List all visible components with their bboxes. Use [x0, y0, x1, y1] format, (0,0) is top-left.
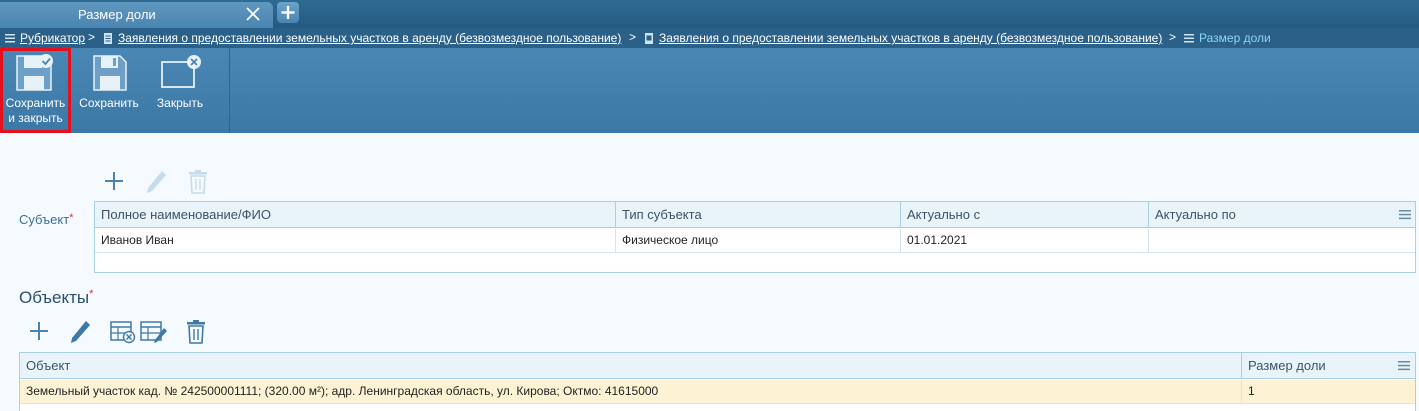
- column-header-object[interactable]: Объект: [20, 353, 1242, 378]
- list-icon: [1184, 34, 1194, 43]
- save-and-close-label-2: и закрыть: [8, 111, 63, 125]
- floppy-disk-icon: [93, 55, 127, 91]
- subject-grid-header: Полное наименование/ФИО Тип субъекта Акт…: [95, 202, 1415, 228]
- subject-label-text: Субъект: [19, 212, 70, 227]
- cell-full-name: Иванов Иван: [95, 229, 616, 252]
- document-icon: [645, 33, 653, 44]
- close-label: Закрыть: [156, 96, 204, 110]
- breadcrumb-item-rubricator[interactable]: Рубрикатор: [20, 31, 85, 45]
- toolbar-divider: [229, 48, 230, 133]
- objects-title: Объекты*: [19, 288, 93, 308]
- cell-subject-type: Физическое лицо: [616, 229, 901, 252]
- save-and-close-label-1: Сохранить: [5, 96, 66, 110]
- delete-subject-button[interactable]: [188, 170, 208, 194]
- close-icon[interactable]: [244, 5, 262, 23]
- table-row[interactable]: Земельный участок кад. № 242500001111; (…: [20, 380, 1415, 404]
- add-subject-button[interactable]: [103, 170, 125, 192]
- breadcrumb-separator: >: [629, 30, 637, 44]
- tab-share-size[interactable]: Размер доли: [0, 2, 273, 28]
- save-label: Сохранить: [79, 96, 139, 110]
- edit-object-button[interactable]: [69, 320, 91, 344]
- toolbar: Сохранить и закрыть Сохранить Закрыть: [0, 48, 1419, 133]
- column-header-actual-to[interactable]: Актуально по: [1149, 202, 1415, 227]
- save-and-close-button[interactable]: Сохранить и закрыть: [0, 48, 71, 133]
- add-tab-button[interactable]: [277, 2, 299, 23]
- add-object-button[interactable]: [28, 320, 50, 342]
- required-mark: *: [69, 212, 74, 224]
- cell-actual-to: [1149, 229, 1415, 252]
- required-mark: *: [89, 288, 94, 300]
- menu-icon[interactable]: [1398, 360, 1410, 371]
- objects-title-text: Объекты: [19, 288, 90, 307]
- objects-grid: Объект Размер доли Земельный участок кад…: [19, 352, 1416, 411]
- subject-toolbar: [103, 170, 213, 196]
- cell-share-size: 1: [1248, 384, 1255, 398]
- close-window-icon: [161, 55, 201, 88]
- objects-grid-header: Объект Размер доли: [20, 353, 1415, 379]
- tab-title: Размер доли: [78, 7, 156, 22]
- close-button[interactable]: Закрыть: [149, 48, 211, 133]
- tab-bar: Размер доли: [0, 0, 1419, 28]
- table-row[interactable]: Иванов Иван Физическое лицо 01.01.2021: [95, 229, 1415, 253]
- objects-toolbar: [28, 320, 218, 346]
- plus-icon: [281, 6, 295, 19]
- breadcrumb-separator: >: [88, 30, 96, 44]
- table-edit-icon[interactable]: [140, 320, 168, 344]
- list-icon: [5, 34, 15, 43]
- document-icon: [104, 33, 112, 44]
- edit-subject-button[interactable]: [145, 170, 167, 194]
- subject-label: Субъект*: [19, 212, 73, 227]
- breadcrumb: Рубрикатор > Заявления о предоставлении …: [0, 28, 1419, 48]
- cell-actual-from: 01.01.2021: [901, 229, 1149, 252]
- column-header-subject-type[interactable]: Тип субъекта: [616, 202, 901, 227]
- menu-icon[interactable]: [1399, 209, 1411, 220]
- delete-object-button[interactable]: [186, 320, 206, 344]
- table-remove-icon[interactable]: [110, 320, 136, 344]
- breadcrumb-item-current: Размер доли: [1199, 31, 1271, 45]
- save-and-close-icon: [16, 54, 53, 91]
- column-header-full-name[interactable]: Полное наименование/ФИО: [95, 202, 616, 227]
- subject-grid: Полное наименование/ФИО Тип субъекта Акт…: [94, 201, 1416, 273]
- column-header-actual-from[interactable]: Актуально с: [901, 202, 1149, 227]
- breadcrumb-item-applications-1[interactable]: Заявления о предоставлении земельных уча…: [118, 31, 621, 45]
- column-header-share-size[interactable]: Размер доли: [1242, 353, 1415, 378]
- breadcrumb-item-applications-2[interactable]: Заявления о предоставлении земельных уча…: [659, 31, 1162, 45]
- save-button[interactable]: Сохранить: [76, 48, 142, 133]
- cell-object: Земельный участок кад. № 242500001111; (…: [20, 380, 1242, 403]
- breadcrumb-separator: >: [1169, 30, 1177, 44]
